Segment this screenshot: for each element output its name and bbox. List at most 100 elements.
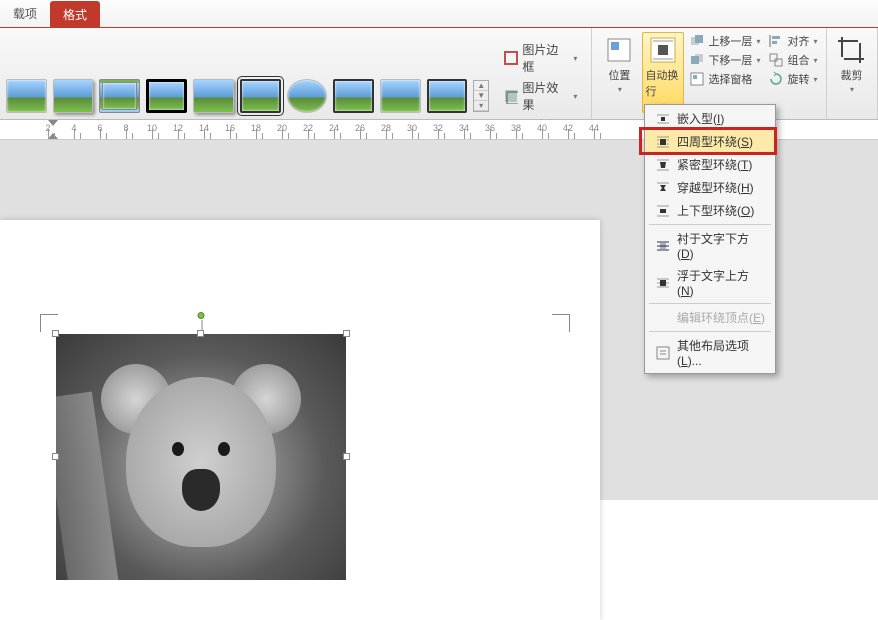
blank-icon [655, 310, 671, 326]
wrap-square-icon [655, 134, 671, 150]
label: 浮于文字上方(N) [677, 267, 765, 298]
style-thumb[interactable] [146, 79, 187, 113]
label: 选择窗格 [708, 71, 752, 87]
ruler-number: 40 [537, 123, 547, 133]
style-thumb[interactable] [287, 79, 328, 113]
chevron-down-icon: ▾ [573, 54, 577, 63]
menu-separator [649, 224, 771, 225]
wrap-topbottom-item[interactable]: 上下型环绕(O) [645, 199, 775, 222]
wrap-front-item[interactable]: 浮于文字上方(N) [645, 264, 775, 301]
wrap-behind-item[interactable]: 衬于文字下方(D) [645, 227, 775, 264]
chevron-down-icon: ▾ [756, 56, 760, 65]
label: 嵌入型(I) [677, 110, 724, 127]
picture-effects-button[interactable]: 图片效果 ▾ [503, 78, 578, 114]
align-button[interactable]: 对齐 ▾ [765, 32, 820, 50]
style-thumb[interactable] [333, 79, 374, 113]
border-icon [503, 50, 518, 66]
scroll-more-icon[interactable]: ▾ [474, 101, 488, 111]
picture-styles-group: ▲ ▼ ▾ 图片边框▾ 图片效果▾ 图片版式▾ 图片样式 [0, 28, 592, 119]
ruler-number: 2 [45, 123, 50, 133]
ruler-number: 24 [329, 123, 339, 133]
menu-separator [649, 303, 771, 304]
rotate-handle[interactable] [198, 312, 205, 319]
ruler-number: 16 [225, 123, 235, 133]
more-options-icon [655, 345, 671, 361]
ruler-number: 36 [485, 123, 495, 133]
label: 紧密型环绕(T) [677, 156, 752, 173]
menu-separator [649, 331, 771, 332]
label: 其他布局选项(L)... [677, 337, 765, 368]
selected-image[interactable] [56, 334, 346, 580]
tab-bar: 载项 格式 [0, 0, 878, 28]
resize-handle[interactable] [52, 330, 59, 337]
style-thumb[interactable] [193, 79, 234, 113]
scroll-down-icon[interactable]: ▼ [474, 91, 488, 101]
styles-scroller: ▲ ▼ ▾ [473, 80, 489, 112]
label: 图片效果 [522, 79, 568, 113]
resize-handle[interactable] [343, 330, 350, 337]
wrap-edit-points-item: 编辑环绕顶点(E) [645, 306, 775, 329]
wrap-text-dropdown: 嵌入型(I) 四周型环绕(S) 紧密型环绕(T) 穿越型环绕(H) 上下型环绕(… [644, 104, 776, 374]
selection-pane-button[interactable]: 选择窗格 [686, 70, 763, 88]
resize-handle[interactable] [197, 330, 204, 337]
wrap-tight-icon [655, 157, 671, 173]
wrap-through-icon [655, 180, 671, 196]
wrap-inline-icon [655, 111, 671, 127]
wrap-icon [648, 35, 678, 65]
chevron-down-icon: ▾ [813, 37, 817, 46]
wrap-topbottom-icon [655, 203, 671, 219]
resize-handle[interactable] [343, 453, 350, 460]
style-thumb[interactable] [99, 79, 140, 113]
group-icon [768, 52, 784, 68]
style-thumb[interactable] [380, 79, 421, 113]
label: 自动换行 [645, 67, 681, 99]
chevron-down-icon: ▾ [813, 56, 817, 65]
ruler-number: 28 [381, 123, 391, 133]
resize-handle[interactable] [52, 453, 59, 460]
ruler-number: 38 [511, 123, 521, 133]
tab-format[interactable]: 格式 [50, 1, 100, 27]
style-thumb[interactable] [240, 79, 281, 113]
wrap-tight-item[interactable]: 紧密型环绕(T) [645, 153, 775, 176]
picture-border-button[interactable]: 图片边框▾ [503, 40, 578, 76]
tab-inactive[interactable]: 载项 [0, 0, 50, 27]
scroll-up-icon[interactable]: ▲ [474, 81, 488, 91]
wrap-more-options-item[interactable]: 其他布局选项(L)... [645, 334, 775, 371]
style-thumb[interactable] [6, 79, 47, 113]
position-button[interactable]: 位置 ▾ [598, 32, 640, 113]
indent-marker-bottom[interactable] [48, 133, 58, 139]
label: 对齐 [787, 33, 809, 49]
wrap-text-button[interactable]: 自动换行 ▾ [642, 32, 684, 113]
effects-icon [503, 88, 518, 104]
chevron-down-icon: ▾ [573, 92, 577, 101]
label: 衬于文字下方(D) [677, 230, 765, 261]
bring-forward-button[interactable]: 上移一层▾ [686, 32, 763, 50]
crop-mark-icon [552, 314, 570, 332]
ruler-number: 10 [147, 123, 157, 133]
label: 上移一层 [708, 33, 752, 49]
send-backward-icon [689, 52, 705, 68]
rotate-button[interactable]: 旋转▾ [765, 70, 820, 88]
crop-button[interactable]: 裁剪 ▾ [827, 32, 875, 97]
ruler-number: 4 [71, 123, 76, 133]
ruler-number: 34 [459, 123, 469, 133]
style-thumb[interactable] [53, 79, 94, 113]
label: 上下型环绕(O) [677, 202, 754, 219]
ruler-number: 22 [303, 123, 313, 133]
wrap-front-icon [655, 275, 671, 291]
group-button[interactable]: 组合▾ [765, 51, 820, 69]
ruler-number: 12 [173, 123, 183, 133]
wrap-square-item[interactable]: 四周型环绕(S) [645, 130, 775, 153]
label: 下移一层 [708, 52, 752, 68]
selection-pane-icon [689, 71, 705, 87]
label: 位置 [608, 67, 630, 83]
ruler-number: 32 [433, 123, 443, 133]
label: 旋转 [787, 71, 809, 87]
ruler-number: 8 [123, 123, 128, 133]
send-backward-button[interactable]: 下移一层 ▾ [686, 51, 763, 69]
label: 裁剪 [840, 67, 862, 83]
wrap-inline-item[interactable]: 嵌入型(I) [645, 107, 775, 130]
wrap-through-item[interactable]: 穿越型环绕(H) [645, 176, 775, 199]
style-thumb[interactable] [427, 79, 468, 113]
page [0, 220, 600, 620]
